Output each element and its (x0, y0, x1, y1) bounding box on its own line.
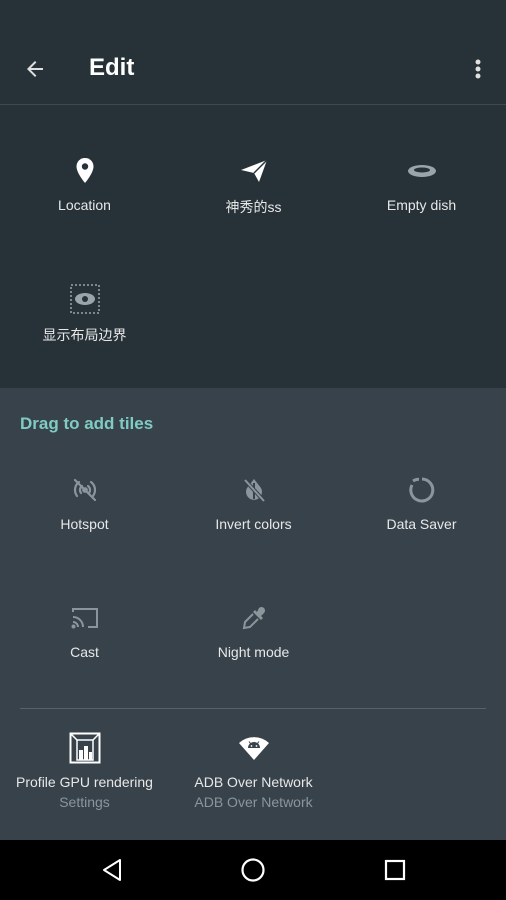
tile-hotspot[interactable]: Hotspot (0, 472, 169, 592)
layout-bounds-icon (67, 281, 103, 317)
circle-home-icon (241, 858, 265, 882)
tile-label: 显示布局边界 (42, 327, 127, 343)
nav-recents-button[interactable] (375, 850, 415, 890)
tile-label: Profile GPU rendering (16, 774, 153, 790)
tile-label: Location (58, 197, 111, 213)
adb-wifi-icon (236, 730, 272, 766)
gpu-profile-icon (67, 730, 103, 766)
tile-sublabel: Settings (59, 794, 110, 810)
hotspot-off-icon (67, 472, 103, 508)
tile-location[interactable]: Location (0, 153, 169, 273)
section-divider (20, 708, 486, 709)
invert-colors-icon (236, 472, 272, 508)
eyedropper-icon (236, 600, 272, 636)
app-bar: Edit (0, 0, 506, 105)
current-tiles-area: Location 神秀的ss Empty dish 显示布局边界 (0, 105, 506, 388)
system-nav-bar (0, 840, 506, 900)
dish-icon (404, 153, 440, 189)
tile-invert-colors[interactable]: Invert colors (169, 472, 338, 592)
square-recents-icon (384, 859, 406, 881)
tile-label: Cast (70, 644, 99, 660)
back-button[interactable] (18, 52, 52, 86)
triangle-back-icon (103, 859, 121, 881)
tile-label: Hotspot (60, 516, 109, 532)
location-pin-icon (67, 153, 103, 189)
page-title: Edit (89, 54, 135, 81)
tile-sublabel: ADB Over Network (194, 794, 313, 810)
section-title: Drag to add tiles (20, 414, 154, 433)
paper-plane-icon (236, 153, 272, 189)
arrow-back-icon (27, 61, 43, 77)
cast-icon (67, 600, 103, 636)
tile-layout-bounds[interactable]: 显示布局边界 (0, 281, 169, 401)
tile-data-saver[interactable]: Data Saver (337, 472, 506, 592)
tile-label: 神秀的ss (225, 199, 282, 215)
add-tiles-area: Drag to add tiles Hotspot Invert colors (0, 388, 506, 840)
tile-night-mode[interactable]: Night mode (169, 600, 338, 720)
tile-profile-gpu-rendering[interactable]: Profile GPU rendering Settings (0, 730, 169, 850)
more-vert-icon (475, 59, 481, 79)
tile-label: Invert colors (215, 516, 292, 532)
nav-home-button[interactable] (233, 850, 273, 890)
nav-back-button[interactable] (92, 850, 132, 890)
tile-shenxiu-ss[interactable]: 神秀的ss (169, 153, 338, 273)
data-saver-icon (404, 472, 440, 508)
tile-label: Empty dish (386, 197, 457, 213)
overflow-menu-button[interactable] (468, 52, 488, 86)
tile-label: ADB Over Network (194, 774, 313, 790)
tile-label: Night mode (217, 644, 290, 660)
tile-label: Data Saver (386, 516, 457, 532)
tile-adb-over-network[interactable]: ADB Over Network ADB Over Network (169, 730, 338, 850)
tile-cast[interactable]: Cast (0, 600, 169, 720)
tile-empty-dish[interactable]: Empty dish (337, 153, 506, 273)
